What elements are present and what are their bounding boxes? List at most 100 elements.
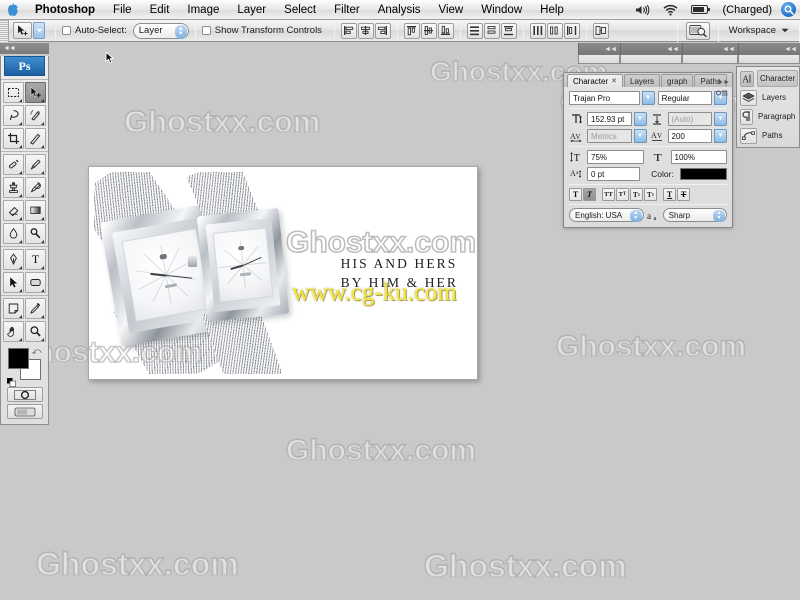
gradient-tool-icon[interactable] [25, 200, 46, 221]
wifi-icon[interactable] [657, 0, 684, 20]
move-tool-icon[interactable] [25, 82, 46, 103]
tracking-chevron-down-icon[interactable]: ▼ [714, 129, 727, 143]
small-caps-icon[interactable]: TT [616, 188, 629, 201]
rectangle-shape-tool-icon[interactable] [25, 272, 46, 293]
leading-chevron-down-icon[interactable]: ▼ [714, 112, 727, 126]
dock-column-collapse-arrows-icon[interactable]: ◄◄ [620, 43, 682, 55]
all-caps-icon[interactable]: TT [602, 188, 615, 201]
dock-item-character[interactable]: A Character [737, 69, 799, 88]
kerning-field[interactable]: Metrics [587, 129, 632, 143]
options-bar-grip[interactable] [0, 19, 9, 42]
blur-tool-icon[interactable] [3, 223, 24, 244]
brush-tool-icon[interactable] [25, 154, 46, 175]
faux-bold-icon[interactable]: T [569, 188, 582, 201]
volume-icon[interactable] [629, 0, 656, 20]
dock-column-collapse-arrows-icon[interactable]: ◄◄ [682, 43, 738, 55]
menu-item-view[interactable]: View [430, 0, 473, 20]
notes-tool-icon[interactable] [3, 298, 24, 319]
menu-item-filter[interactable]: Filter [325, 0, 369, 20]
default-colors-icon[interactable] [6, 374, 16, 387]
distribute-horizontal-centers-icon[interactable] [546, 22, 563, 39]
crop-tool-icon[interactable] [3, 128, 24, 149]
auto-select-checkbox[interactable] [62, 26, 71, 35]
tab-paragraph[interactable]: graph [661, 74, 694, 87]
menu-item-help[interactable]: Help [531, 0, 573, 20]
distribute-bottom-edges-icon[interactable] [500, 22, 517, 39]
show-transform-controls-checkbox[interactable] [201, 26, 211, 35]
subscript-icon[interactable]: T1 [644, 188, 657, 201]
distribute-vertical-centers-icon[interactable] [483, 22, 500, 39]
spotlight-search-icon[interactable] [781, 2, 796, 17]
quick-mask-mode-icon[interactable] [6, 387, 43, 402]
align-right-edges-icon[interactable] [374, 22, 391, 39]
menu-item-window[interactable]: Window [472, 0, 531, 20]
current-tool-well[interactable] [9, 22, 49, 39]
dock-column-body[interactable] [578, 55, 620, 64]
menu-item-edit[interactable]: Edit [141, 0, 179, 20]
document-canvas[interactable]: HIS AND HERS BY HIM & HER [88, 166, 478, 380]
font-family-field[interactable]: Trajan Pro [569, 91, 640, 105]
faux-italic-icon[interactable]: T [583, 188, 596, 201]
tool-preset-chevron-down-icon[interactable] [33, 22, 45, 39]
eraser-tool-icon[interactable] [3, 200, 24, 221]
slice-tool-icon[interactable] [25, 128, 46, 149]
history-brush-tool-icon[interactable] [25, 177, 46, 198]
align-left-edges-icon[interactable] [340, 22, 357, 39]
text-color-swatch[interactable] [679, 168, 727, 180]
baseline-shift-field[interactable]: 0 pt [587, 167, 641, 181]
pen-tool-icon[interactable] [3, 249, 24, 270]
eyedropper-tool-icon[interactable] [25, 298, 46, 319]
workspace-menu-button[interactable]: Workspace [719, 25, 799, 36]
hand-tool-icon[interactable] [3, 321, 24, 342]
dock-column-collapse-arrows-icon[interactable]: ◄◄ [738, 43, 800, 55]
align-top-edges-icon[interactable] [403, 22, 420, 39]
dock-column-body[interactable] [738, 55, 800, 64]
font-family-chevron-down-icon[interactable]: ▼ [641, 91, 655, 105]
expand-arrows-icon[interactable]: ►► [717, 79, 730, 86]
battery-icon[interactable] [685, 0, 717, 20]
dock-column-body[interactable] [682, 55, 738, 64]
dock-column-body[interactable] [620, 55, 682, 64]
go-to-bridge-icon[interactable] [685, 21, 710, 40]
language-dropdown[interactable]: English: USA ▲ ▼ [569, 208, 644, 222]
character-panel[interactable]: Character ✕ Layers graph Paths ►► Trajan… [563, 72, 733, 228]
leading-field[interactable]: (Auto) [667, 112, 712, 126]
dock-column-collapse-arrows-icon[interactable]: ◄◄ [578, 43, 620, 55]
auto-select-target-dropdown[interactable]: Layer ▲ ▼ [132, 22, 189, 39]
font-size-field[interactable]: 152.93 pt [587, 112, 632, 126]
menu-item-analysis[interactable]: Analysis [369, 0, 430, 20]
lasso-tool-icon[interactable] [3, 105, 24, 126]
menu-item-layer[interactable]: Layer [228, 0, 275, 20]
tab-character[interactable]: Character ✕ [567, 74, 623, 87]
dodge-tool-icon[interactable] [25, 223, 46, 244]
distribute-right-edges-icon[interactable] [563, 22, 580, 39]
distribute-left-edges-icon[interactable] [529, 22, 546, 39]
menu-item-file[interactable]: File [104, 0, 141, 20]
dock-item-layers[interactable]: Layers [737, 88, 799, 107]
menu-item-photoshop[interactable]: Photoshop [26, 0, 104, 20]
anti-alias-dropdown[interactable]: Sharp ▲ ▼ [662, 208, 727, 222]
path-selection-tool-icon[interactable] [3, 272, 24, 293]
font-size-chevron-down-icon[interactable]: ▼ [633, 112, 647, 126]
swap-colors-icon[interactable]: ⤺ [32, 346, 42, 357]
underline-icon[interactable]: T [663, 188, 676, 201]
zoom-tool-icon[interactable] [25, 321, 46, 342]
dock-item-paths[interactable]: Paths [737, 126, 799, 145]
quick-selection-tool-icon[interactable] [25, 105, 46, 126]
superscript-icon[interactable]: T1 [630, 188, 643, 201]
dock-item-paragraph[interactable]: Paragraph [737, 107, 799, 126]
vertical-scale-field[interactable]: 75% [587, 150, 644, 164]
menu-item-image[interactable]: Image [178, 0, 228, 20]
menu-item-select[interactable]: Select [275, 0, 325, 20]
panel-menu-icon[interactable] [716, 89, 728, 99]
align-bottom-edges-icon[interactable] [437, 22, 454, 39]
marquee-tool-icon[interactable] [3, 82, 24, 103]
align-vertical-centers-icon[interactable] [420, 22, 437, 39]
tools-panel-collapse-arrows-icon[interactable]: ◄◄ [0, 43, 49, 54]
font-style-field[interactable]: Regular [657, 91, 712, 105]
screen-mode-icon[interactable] [6, 404, 43, 419]
auto-align-layers-icon[interactable] [592, 22, 609, 39]
strikethrough-icon[interactable]: T [677, 188, 690, 201]
close-icon[interactable]: ✕ [611, 77, 617, 85]
clone-stamp-tool-icon[interactable] [3, 177, 24, 198]
